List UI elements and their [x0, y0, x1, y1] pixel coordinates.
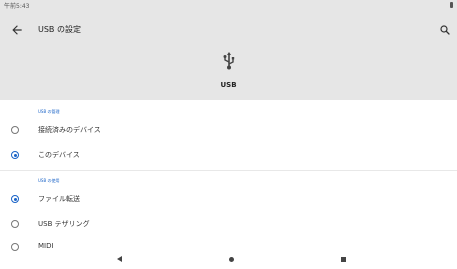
option-label: MIDI — [38, 242, 54, 250]
usb-icon — [223, 52, 235, 70]
header-label: USB — [220, 81, 237, 89]
option-label: ファイル転送 — [38, 195, 80, 203]
option-label: 接続済みのデバイス — [38, 126, 101, 134]
back-arrow-icon[interactable] — [10, 23, 24, 37]
nav-back-icon[interactable] — [117, 256, 122, 262]
battery-icon — [450, 2, 453, 8]
navigation-bar — [0, 252, 457, 269]
radio-button[interactable] — [11, 243, 19, 251]
section-label-usb-use: USB の使用 — [38, 178, 60, 183]
nav-home-icon[interactable] — [229, 257, 234, 262]
option-file-transfer[interactable]: ファイル転送 — [0, 189, 457, 211]
status-bar: 午前5:43 — [0, 0, 457, 12]
usb-header: USB — [0, 50, 457, 100]
search-icon[interactable] — [439, 24, 451, 36]
page-title: USB の設定 — [38, 25, 81, 34]
option-usb-tethering[interactable]: USB テザリング — [0, 214, 457, 236]
radio-button-checked[interactable] — [11, 195, 19, 203]
option-label: このデバイス — [38, 151, 80, 159]
section-label-usb-control: USB の管理 — [38, 109, 60, 114]
option-label: USB テザリング — [38, 220, 90, 228]
option-connected-device[interactable]: 接続済みのデバイス — [0, 120, 457, 142]
radio-button-checked[interactable] — [11, 151, 19, 159]
app-bar: USB の設定 — [0, 12, 457, 50]
option-this-device[interactable]: このデバイス — [0, 145, 457, 167]
nav-recents-icon[interactable] — [341, 257, 346, 262]
radio-button[interactable] — [11, 126, 19, 134]
radio-button[interactable] — [11, 220, 19, 228]
divider — [0, 170, 457, 171]
status-time: 午前5:43 — [4, 3, 30, 10]
